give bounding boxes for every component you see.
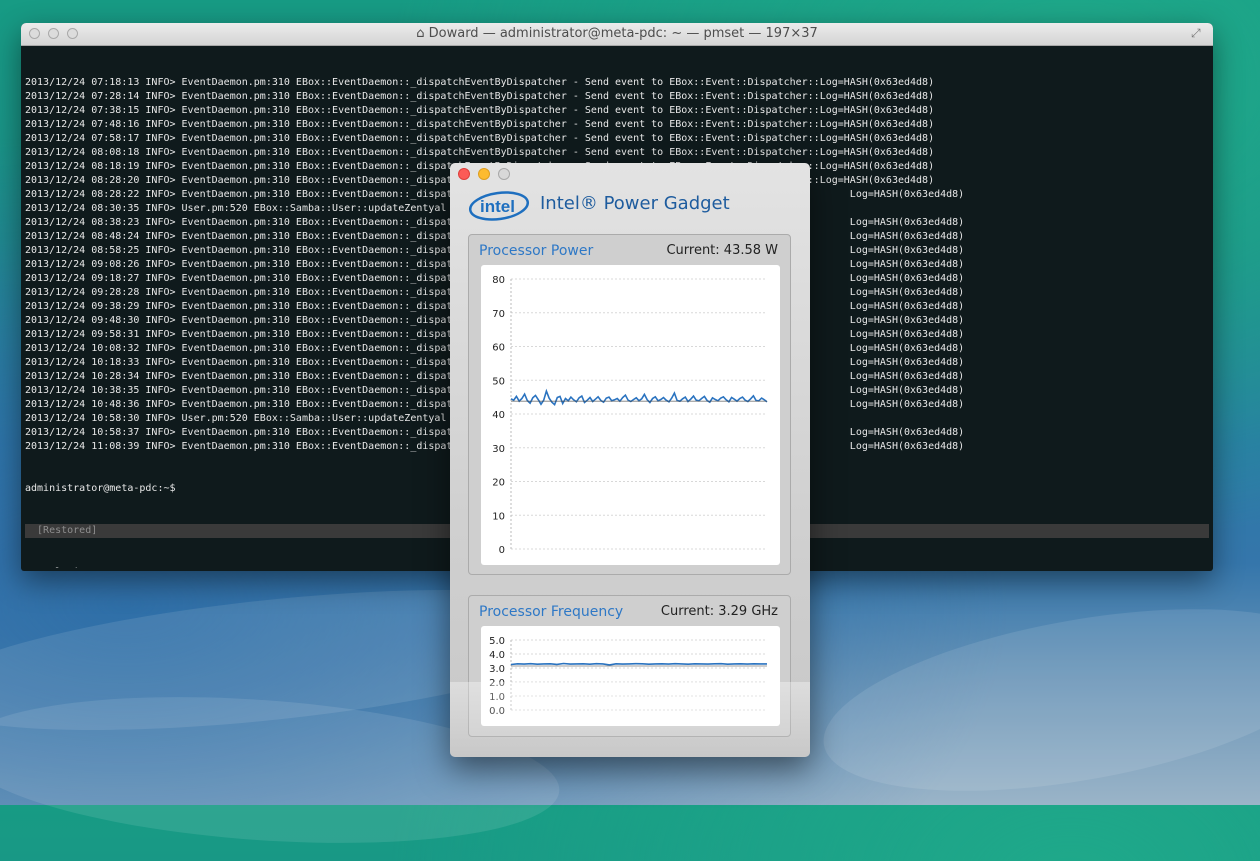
intel-logo-text: intel: [480, 197, 515, 216]
processor-power-title: Processor Power: [479, 243, 594, 259]
y-tick-label: 0: [499, 545, 505, 556]
processor-power-plot: 0 10 20 30 40 50 60 70 80: [481, 265, 780, 565]
processor-frequency-title: Processor Frequency: [479, 604, 624, 620]
terminal-line: 2013/12/24 07:48:16 INFO> EventDaemon.pm…: [25, 119, 935, 130]
home-icon: ⌂: [416, 26, 425, 41]
processor-power-panel: Processor Power Current: 43.58 W 0 10 20 30…: [468, 234, 791, 575]
processor-frequency-plot: 0.0 1.0 2.0 3.0 4.0 5.0: [481, 626, 780, 726]
y-tick-label: 5.0: [489, 636, 505, 647]
y-tick-label: 0.0: [489, 706, 505, 717]
y-tick-label: 10: [492, 511, 505, 522]
y-tick-label: 80: [492, 275, 505, 286]
processor-frequency-panel: Processor Frequency Current: 3.29 GHz 0.…: [468, 595, 791, 737]
terminal-line: 2013/12/24 07:58:17 INFO> EventDaemon.pm…: [25, 133, 935, 144]
data-series-line: [510, 662, 767, 666]
window-title: ⌂ Doward — administrator@meta-pdc: ~ — p…: [416, 26, 818, 41]
minimize-button[interactable]: [478, 168, 490, 180]
close-button[interactable]: [458, 168, 470, 180]
intel-logo: intel: [468, 191, 530, 221]
y-tick-label: 3.0: [489, 664, 505, 675]
y-tick-label: 30: [492, 444, 505, 455]
wallpaper-wave: [810, 576, 1260, 824]
y-tick-label: 70: [492, 309, 505, 320]
processor-power-current: Current: 43.58 W: [666, 243, 778, 258]
y-tick-label: 60: [492, 343, 505, 354]
processor-frequency-chart: 0.0 1.0 2.0 3.0 4.0 5.0: [489, 636, 767, 717]
zoom-button[interactable]: [498, 168, 510, 180]
y-tick-label: 20: [492, 478, 505, 489]
terminal-titlebar[interactable]: ⌂ Doward — administrator@meta-pdc: ~ — p…: [21, 23, 1213, 46]
terminal-line: 2013/12/24 07:38:15 INFO> EventDaemon.pm…: [25, 105, 935, 116]
y-tick-label: 2.0: [489, 678, 505, 689]
terminal-line: 2013/12/24 07:18:13 INFO> EventDaemon.pm…: [25, 77, 935, 88]
y-tick-label: 40: [492, 410, 505, 421]
y-tick-label: 4.0: [489, 650, 505, 661]
y-tick-label: 50: [492, 376, 505, 387]
processor-power-chart: 0 10 20 30 40 50 60 70 80: [492, 275, 768, 556]
power-gadget-window[interactable]: intel Intel® Power Gadget Processor Powe…: [450, 163, 810, 757]
terminal-line: 2013/12/24 07:28:14 INFO> EventDaemon.pm…: [25, 91, 935, 102]
y-tick-label: 1.0: [489, 692, 505, 703]
data-series-line: [510, 388, 768, 406]
fullscreen-icon[interactable]: ⤢: [1191, 26, 1205, 40]
app-title: Intel® Power Gadget: [540, 193, 730, 214]
terminal-line: 2013/12/24 08:08:18 INFO> EventDaemon.pm…: [25, 147, 935, 158]
processor-frequency-current: Current: 3.29 GHz: [660, 604, 778, 619]
